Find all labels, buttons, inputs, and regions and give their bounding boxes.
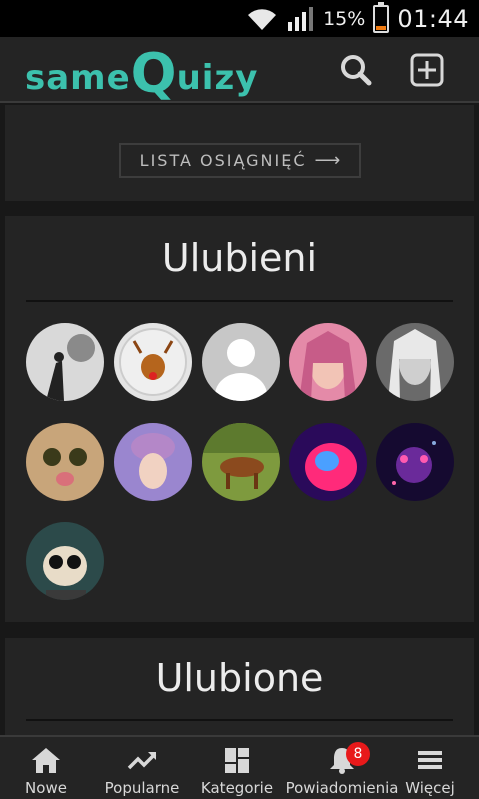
notification-count-badge: 8 [346, 742, 370, 766]
logo[interactable]: same Q uizy [25, 41, 258, 101]
avatar-7[interactable] [114, 423, 192, 501]
nav-popular[interactable]: Popularne [100, 737, 184, 799]
favorite-users-title: Ulubieni [161, 236, 318, 280]
nav-categories-label: Kategorie [200, 779, 274, 797]
nav-more[interactable]: Więcej [401, 737, 459, 799]
nav-categories[interactable]: Kategorie [200, 737, 274, 799]
nav-popular-label: Popularne [104, 779, 180, 797]
avatar-8[interactable] [202, 423, 280, 501]
search-icon[interactable] [338, 52, 374, 88]
nav-notifications[interactable]: 8 Powiadomienia [286, 737, 398, 799]
bell-icon: 8 [327, 742, 370, 774]
avatar-2[interactable] [114, 323, 192, 401]
nav-notifications-label: Powiadomienia [285, 779, 399, 797]
status-bar: 15% 01:44 [0, 0, 479, 37]
favorite-quizzes-card: Ulubione [5, 638, 474, 738]
trending-icon [127, 746, 157, 774]
avatar-5[interactable] [376, 323, 454, 401]
avatar-3[interactable] [202, 323, 280, 401]
battery-percent: 15% [323, 7, 366, 30]
logo-text-same: same [25, 58, 131, 98]
divider [26, 300, 453, 302]
avatar-6[interactable] [26, 423, 104, 501]
avatar-11[interactable] [26, 522, 104, 600]
achievements-card: LISTA OSIĄGNIĘĆ ⟶ [5, 105, 474, 201]
achievements-list-button[interactable]: LISTA OSIĄGNIĘĆ ⟶ [119, 143, 361, 178]
nav-more-label: Więcej [405, 779, 455, 797]
nav-new-label: Nowe [25, 779, 67, 797]
wifi-icon [248, 8, 277, 30]
menu-icon [415, 746, 445, 774]
divider [26, 719, 453, 721]
favorite-quizzes-title: Ulubione [155, 656, 324, 700]
logo-text-uizy: uizy [176, 58, 259, 98]
battery-level [376, 25, 387, 30]
clock: 01:44 [397, 4, 469, 33]
home-icon [31, 746, 61, 774]
nav-new[interactable]: Nowe [14, 737, 78, 799]
grid-icon [222, 746, 252, 774]
favorite-users-card: Ulubieni [5, 216, 474, 622]
achievements-list-label: LISTA OSIĄGNIĘĆ [139, 151, 307, 170]
avatar-9[interactable] [289, 423, 367, 501]
avatar-1[interactable] [26, 323, 104, 401]
signal-icon [288, 6, 314, 31]
battery-icon [373, 1, 390, 33]
avatar-4[interactable] [289, 323, 367, 401]
logo-text-q: Q [130, 42, 177, 105]
arrow-right-icon: ⟶ [314, 150, 341, 171]
avatar-10[interactable] [376, 423, 454, 501]
bottom-navigation: Nowe Popularne Kategorie 8 Powiadomienia… [0, 735, 479, 799]
app-header: same Q uizy [0, 37, 479, 103]
add-quiz-icon[interactable] [409, 52, 445, 88]
